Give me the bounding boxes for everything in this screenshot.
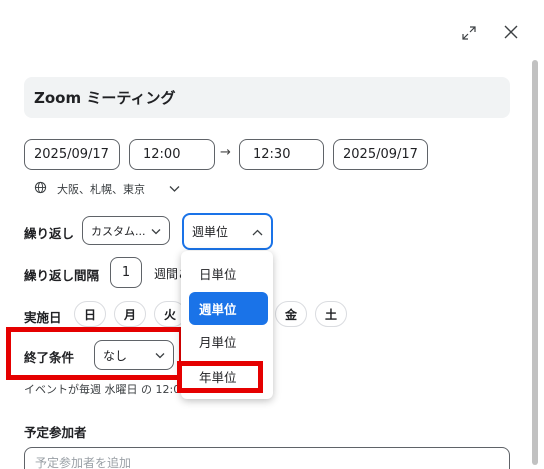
day-monday[interactable]: 月 (114, 301, 146, 327)
day-saturday[interactable]: 土 (315, 301, 347, 327)
recurrence-summary: イベントが毎週 水曜日 の 12:00 (24, 383, 184, 396)
end-date-field[interactable]: 2025/09/17 (333, 139, 428, 170)
start-date-field[interactable]: 2025/09/17 (24, 139, 120, 170)
day-friday[interactable]: 金 (275, 301, 307, 327)
end-date-text: 2025/09/17 (343, 147, 418, 162)
interval-input[interactable]: 1 (110, 257, 142, 288)
days-label: 実施日 (24, 310, 62, 325)
option-weekly[interactable]: 週単位 (189, 292, 268, 325)
yearly-option-highlight (177, 361, 263, 393)
attendees-input[interactable]: 予定参加者を追加 (24, 447, 510, 469)
attendees-label: 予定参加者 (24, 425, 87, 440)
title-input[interactable]: Zoom ミーティング (24, 77, 510, 118)
title-text: Zoom ミーティング (34, 89, 176, 107)
interval-label: 繰り返し間隔 (24, 268, 100, 283)
attendees-placeholder: 予定参加者を追加 (35, 455, 132, 469)
start-time-field[interactable]: 12:00 (129, 139, 215, 170)
timezone-text: 大阪、札幌、東京 (57, 183, 145, 196)
scrollbar[interactable] (532, 60, 538, 465)
repeat-unit-text: 週単位 (192, 225, 229, 239)
option-daily[interactable]: 日単位 (189, 257, 268, 290)
interval-value: 1 (121, 265, 131, 280)
chevron-down-icon (169, 183, 180, 196)
expand-icon[interactable] (458, 22, 480, 44)
option-monthly[interactable]: 月単位 (189, 325, 268, 358)
timezone-selector[interactable]: 大阪、札幌、東京 (34, 181, 180, 197)
repeat-type-text: カスタム... (91, 224, 146, 238)
end-time-field[interactable]: 12:30 (239, 139, 324, 170)
globe-icon (34, 181, 47, 197)
day-sunday[interactable]: 日 (74, 301, 106, 327)
start-time-text: 12:00 (143, 147, 181, 162)
repeat-label: 繰り返し (24, 226, 75, 241)
time-range-arrow: → (220, 145, 231, 160)
chevron-down-icon (151, 224, 161, 238)
end-time-text: 12:30 (253, 147, 291, 162)
close-icon[interactable] (500, 21, 522, 43)
start-date-text: 2025/09/17 (34, 147, 109, 162)
chevron-up-icon (252, 225, 263, 239)
end-condition-highlight (6, 327, 184, 380)
repeat-unit-select[interactable]: 週単位 (182, 213, 273, 250)
interval-suffix: 週間ご (154, 267, 182, 281)
repeat-type-select[interactable]: カスタム... (82, 216, 170, 245)
